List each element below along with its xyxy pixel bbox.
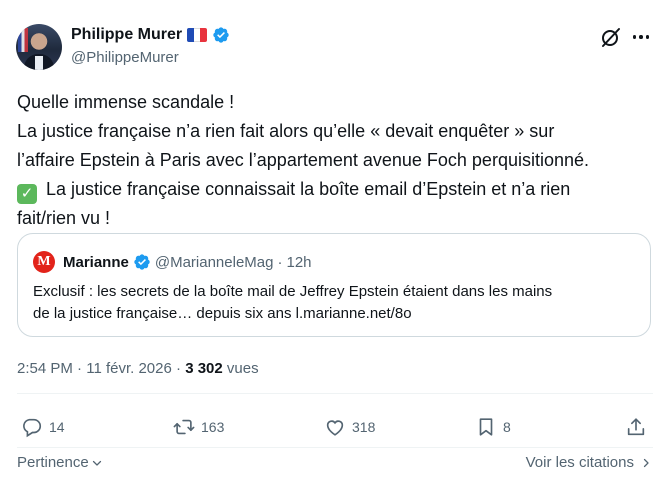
tweet-text: Quelle immense scandale ! La justice fra…	[17, 88, 657, 233]
verified-badge-icon	[134, 254, 150, 270]
tweet-line: l’affaire Epstein à Paris avec l’apparte…	[17, 150, 590, 170]
divider	[17, 393, 653, 394]
like-button[interactable]: 318	[324, 414, 375, 440]
like-count: 318	[352, 419, 376, 435]
quote-text: Exclusif : les secrets de la boîte mail …	[33, 281, 643, 325]
tweet-line: ✓ La justice française connaissait la bo…	[17, 175, 657, 204]
heart-icon	[326, 420, 344, 436]
tweet-line: La justice française n’a rien fait alors…	[17, 121, 555, 141]
reply-count: 14	[49, 419, 65, 435]
divider	[17, 447, 653, 448]
bookmark-count: 8	[503, 419, 511, 435]
grok-icon[interactable]	[599, 25, 623, 49]
quote-handle: @MarianneleMag	[154, 253, 274, 271]
quote-author-name: Marianne	[63, 253, 129, 271]
meta-separator: ·	[176, 360, 182, 377]
tweet-time[interactable]: 2:54 PM	[17, 360, 73, 377]
views-count: 3 302	[185, 360, 223, 377]
repost-button[interactable]: 163	[173, 414, 224, 440]
share-icon	[627, 418, 645, 436]
quote-separator: ·	[277, 253, 283, 271]
quote-line: Exclusif : les secrets de la boîte mail …	[33, 283, 553, 300]
quote-time: 12h	[286, 253, 312, 271]
meta-separator: ·	[77, 360, 83, 377]
tweet-line-text: La justice française connaissait la boît…	[46, 179, 571, 199]
author-name[interactable]: Philippe Murer	[71, 26, 182, 44]
view-quotes-link[interactable]: Voir les citations	[526, 454, 652, 471]
views-label: vues	[226, 360, 259, 377]
tweet-date[interactable]: 11 févr. 2026	[86, 360, 172, 377]
author-name-row: Philippe Murer	[71, 26, 230, 44]
tweet-line: fait/rien vu !	[17, 208, 111, 228]
quote-header: Marianne @MarianneleMag · 12h	[63, 251, 312, 273]
quote-line: de la justice française… depuis six ans …	[33, 305, 412, 322]
avatar[interactable]	[16, 24, 62, 70]
repost-icon	[173, 419, 195, 435]
reply-button[interactable]: 14	[21, 414, 65, 440]
chevron-right-icon	[643, 458, 649, 467]
repost-count: 163	[201, 419, 225, 435]
more-options-icon[interactable]	[629, 25, 653, 49]
bookmark-button[interactable]: 8	[475, 414, 511, 440]
tweet-meta: 2:54 PM · 11 févr. 2026 · 3 302 vues	[17, 360, 259, 377]
tweet: Philippe Murer @PhilippeMurer Quelle imm…	[0, 0, 670, 490]
author-handle[interactable]: @PhilippeMurer	[71, 49, 179, 66]
reply-icon	[23, 418, 42, 438]
check-mark-icon: ✓	[17, 184, 37, 204]
quoted-tweet[interactable]: M Marianne @MarianneleMag · 12h Exclusif…	[17, 233, 651, 337]
share-button[interactable]	[625, 414, 647, 440]
bookmark-icon	[479, 418, 493, 436]
french-flag-icon	[187, 28, 208, 42]
sort-dropdown[interactable]: Pertinence	[17, 454, 103, 471]
tweet-line: Quelle immense scandale !	[17, 92, 235, 112]
view-quotes-label: Voir les citations	[525, 454, 634, 471]
quote-avatar: M	[33, 251, 55, 273]
sort-label: Pertinence	[17, 454, 89, 471]
chevron-down-icon	[92, 460, 101, 466]
verified-badge-icon	[213, 27, 229, 43]
